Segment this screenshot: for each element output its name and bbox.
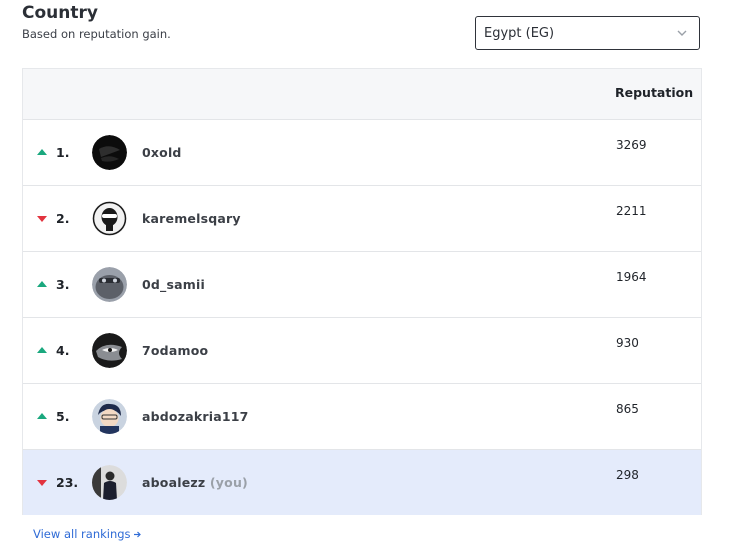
- reputation-value: 298: [616, 468, 639, 482]
- trend-up-icon: [37, 413, 47, 419]
- trend-up-icon: [37, 347, 47, 353]
- table-row[interactable]: 4. 7odamoo 930: [23, 317, 701, 383]
- avatar[interactable]: [92, 465, 127, 500]
- reputation-value: 3269: [616, 138, 647, 152]
- view-all-rankings-link[interactable]: View all rankings: [33, 527, 142, 541]
- username[interactable]: 7odamoo: [142, 343, 208, 358]
- reputation-value: 865: [616, 402, 639, 416]
- section-title: Country: [22, 3, 98, 23]
- you-tag: (you): [209, 475, 248, 490]
- rank-number: 2.: [56, 211, 70, 226]
- avatar[interactable]: [92, 267, 127, 302]
- rank-number: 3.: [56, 277, 70, 292]
- username[interactable]: karemelsqary: [142, 211, 241, 226]
- avatar[interactable]: [92, 201, 127, 236]
- username[interactable]: 0d_samii: [142, 277, 205, 292]
- avatar[interactable]: [92, 399, 127, 434]
- trend-up-icon: [37, 149, 47, 155]
- username[interactable]: abdozakria117: [142, 409, 249, 424]
- rank-number: 1.: [56, 145, 70, 160]
- rank-number: 4.: [56, 343, 70, 358]
- table-row[interactable]: 2. karemelsqary 2211: [23, 185, 701, 251]
- reputation-column-header: Reputation: [615, 85, 694, 100]
- country-select-value: Egypt (EG): [484, 25, 555, 41]
- table-header: Reputation: [23, 69, 701, 119]
- reputation-value: 1964: [616, 270, 647, 284]
- country-select[interactable]: Egypt (EG): [475, 16, 700, 50]
- table-row[interactable]: 5. abdozakria117 865: [23, 383, 701, 449]
- table-row[interactable]: 3. 0d_samii 1964: [23, 251, 701, 317]
- table-row-current-user[interactable]: 23. aboalezz (you) 298: [23, 449, 701, 515]
- rank-number: 23.: [56, 475, 79, 490]
- trend-down-icon: [37, 480, 47, 486]
- rankings-table: Reputation 1. 0xold 3269 2. karemelsqary…: [22, 68, 702, 515]
- section-subtitle: Based on reputation gain.: [22, 27, 171, 41]
- username[interactable]: 0xold: [142, 145, 182, 160]
- table-row[interactable]: 1. 0xold 3269: [23, 119, 701, 185]
- avatar[interactable]: [92, 135, 127, 170]
- reputation-value: 930: [616, 336, 639, 350]
- reputation-value: 2211: [616, 204, 647, 218]
- arrow-right-icon: [133, 531, 141, 538]
- chevron-down-icon: [677, 30, 687, 36]
- trend-up-icon: [37, 281, 47, 287]
- avatar[interactable]: [92, 333, 127, 368]
- username[interactable]: aboalezz (you): [142, 475, 248, 490]
- rank-number: 5.: [56, 409, 70, 424]
- trend-down-icon: [37, 216, 47, 222]
